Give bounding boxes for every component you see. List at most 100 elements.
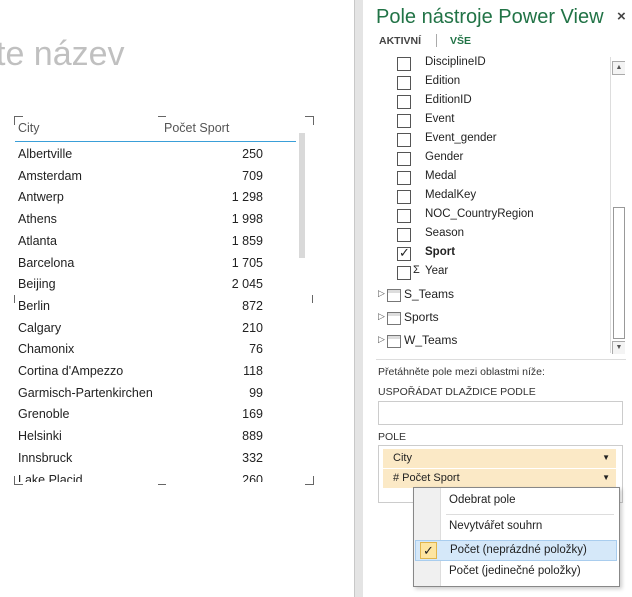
field-chip-count-sport[interactable]: # Počet Sport ▼ [383, 469, 616, 488]
field-checkbox[interactable] [397, 133, 411, 147]
expand-arrow-icon[interactable]: ▷ [378, 311, 385, 322]
table-icon [387, 312, 401, 325]
field-checkbox[interactable] [397, 245, 411, 261]
expand-arrow-icon[interactable]: ▷ [378, 334, 385, 345]
field-checkbox[interactable] [397, 190, 411, 204]
field-label: Event_gender [425, 132, 497, 144]
field-checkbox[interactable] [397, 95, 411, 109]
scroll-down-icon[interactable]: ▼ [612, 341, 625, 354]
column-header-count-sport[interactable]: Počet Sport [164, 121, 229, 135]
field-label: Medal [425, 170, 457, 182]
table-row[interactable]: Atlanta 1 859 [18, 234, 268, 255]
table-row[interactable]: Grenoble 169 [18, 407, 268, 428]
tab-all[interactable]: VŠE [450, 35, 471, 47]
cell-count-sport: 332 [242, 450, 263, 465]
drag-hint: Přetáhněte pole mezi oblastmi níže: [378, 366, 545, 378]
field-list: ▲ ▼ DisciplineID Edition EditionID Event Eve… [369, 56, 625, 354]
field-label: Edition [425, 75, 461, 87]
cell-count-sport: 2 045 [231, 277, 263, 292]
tile-by-dropzone[interactable] [378, 401, 623, 425]
table-row[interactable]: Barcelona 1 705 [18, 256, 268, 277]
pane-splitter[interactable] [355, 0, 363, 597]
cell-city: Berlin [18, 298, 50, 313]
table-label: Sports [404, 310, 439, 324]
expand-arrow-icon[interactable]: ▷ [378, 288, 385, 299]
pane-title: Pole nástroje Power View [376, 6, 604, 28]
table-corner-handle[interactable] [305, 116, 314, 125]
cell-count-sport: 250 [242, 147, 263, 161]
menu-item-remove-field[interactable]: Odebrat pole [415, 491, 617, 512]
cell-city: Helsinki [18, 429, 62, 444]
table-edge-handle[interactable] [158, 116, 166, 117]
table-edge-handle[interactable] [312, 295, 313, 303]
field-label: MedalKey [425, 189, 477, 201]
cell-count-sport: 1 298 [231, 190, 263, 205]
section-divider [376, 359, 626, 360]
menu-separator [446, 514, 614, 515]
close-icon[interactable]: × [617, 8, 626, 25]
field-chip-city[interactable]: City ▼ [383, 449, 616, 468]
field-checkbox[interactable] [397, 209, 411, 223]
field-chip-label: City [393, 452, 412, 464]
cell-city: Beijing [18, 277, 56, 292]
cell-count-sport: 169 [242, 407, 263, 422]
field-checkbox[interactable] [397, 57, 411, 71]
cell-count-sport: 1 998 [231, 212, 263, 227]
header-divider [15, 141, 296, 142]
menu-item-label: Počet (neprázdné položky) [450, 544, 587, 556]
table-corner-handle[interactable] [305, 476, 314, 485]
table-row[interactable]: Calgary 210 [18, 321, 268, 342]
field-label: DisciplineID [425, 56, 486, 68]
table-row[interactable]: Amsterdam 709 [18, 169, 268, 190]
table-row[interactable]: Innsbruck 332 [18, 451, 268, 472]
table-row[interactable]: Beijing 2 045 [18, 277, 268, 298]
menu-item-do-not-summarize[interactable]: Nevytvářet souhrn [415, 517, 617, 538]
table-icon [387, 289, 401, 302]
field-checkbox[interactable] [397, 171, 411, 185]
table-row[interactable]: Lake Placid 260 [18, 473, 268, 483]
menu-item-count-nonempty[interactable]: ✓ Počet (neprázdné položky) [415, 540, 617, 561]
field-checkbox[interactable] [397, 228, 411, 242]
table-row[interactable]: Garmisch-Partenkirchen 99 [18, 386, 268, 407]
table-icon [387, 335, 401, 348]
menu-item-count-distinct[interactable]: Počet (jedinečné položky) [415, 562, 617, 583]
table-row[interactable]: Helsinki 889 [18, 429, 268, 450]
menu-item-label: Nevytvářet souhrn [449, 520, 543, 532]
field-label: NOC_CountryRegion [425, 208, 534, 220]
scroll-up-icon[interactable]: ▲ [612, 61, 625, 75]
cell-city: Antwerp [18, 190, 64, 205]
field-label: Year [425, 265, 449, 277]
table-row[interactable]: Chamonix 76 [18, 342, 268, 363]
table-row[interactable]: Athens 1 998 [18, 212, 268, 233]
summarize-context-menu: Odebrat pole Nevytvářet souhrn ✓ Počet (… [413, 487, 620, 587]
cell-city: Garmisch-Partenkirchen [18, 385, 153, 400]
table-row[interactable]: Albertville 250 [18, 147, 268, 168]
field-checkbox[interactable] [397, 76, 411, 90]
cell-city: Atlanta [18, 233, 57, 248]
table-row[interactable]: Cortina d'Ampezzo 118 [18, 364, 268, 385]
field-label: EditionID [425, 94, 472, 106]
chevron-down-icon[interactable]: ▼ [602, 453, 610, 462]
table-row[interactable]: Antwerp 1 298 [18, 190, 268, 211]
chevron-down-icon[interactable]: ▼ [602, 473, 610, 482]
field-list-scrollbar[interactable]: ▲ ▼ [610, 57, 625, 354]
cell-count-sport: 1 705 [231, 255, 263, 270]
cell-city: Cortina d'Ampezzo [18, 364, 124, 378]
title-placeholder[interactable]: te název [0, 35, 125, 74]
field-checkbox[interactable] [397, 266, 411, 280]
fields-label: POLE [378, 431, 407, 443]
table-edge-handle[interactable] [158, 484, 166, 485]
scroll-thumb[interactable] [613, 207, 625, 339]
cell-count-sport: 872 [242, 298, 263, 313]
cell-city: Grenoble [18, 407, 70, 422]
table-row[interactable]: Berlin 872 [18, 299, 268, 320]
field-label: Season [425, 227, 465, 239]
field-label: Event [425, 113, 455, 125]
field-checkbox[interactable] [397, 114, 411, 128]
tab-active[interactable]: AKTIVNÍ [379, 35, 421, 47]
table-label: W_Teams [404, 333, 458, 347]
column-header-city[interactable]: City [18, 121, 40, 135]
field-checkbox[interactable] [397, 152, 411, 166]
cell-count-sport: 210 [242, 320, 263, 335]
field-label: Sport [425, 246, 456, 258]
